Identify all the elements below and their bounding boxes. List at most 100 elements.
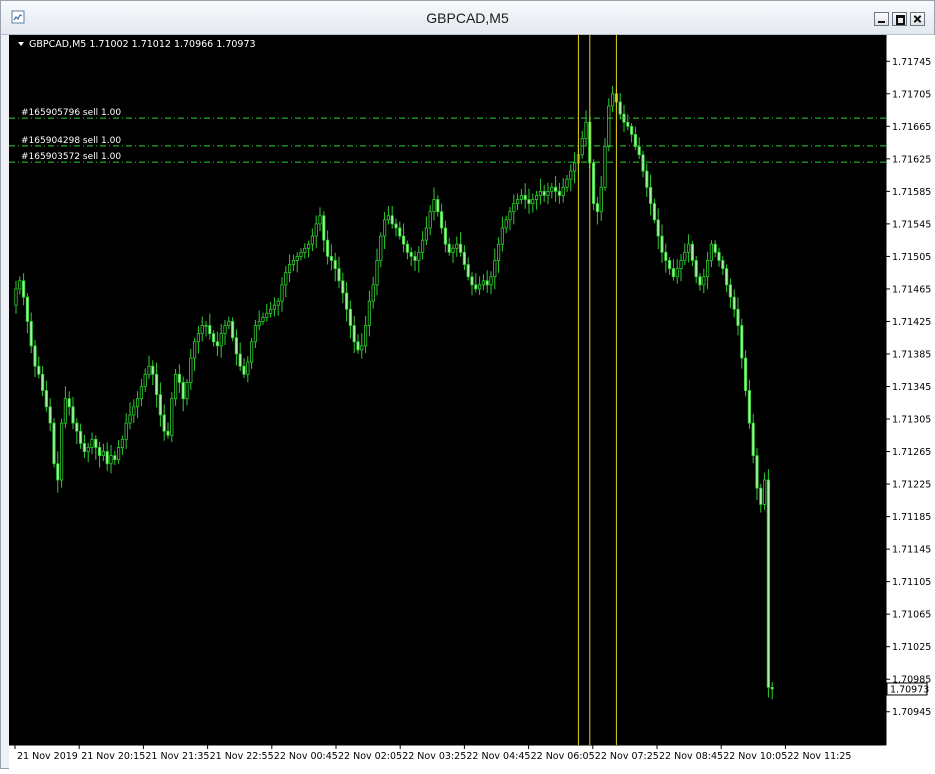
candle-body-up — [702, 276, 706, 286]
candle-body-up — [561, 186, 565, 196]
candle-body-down — [113, 455, 117, 461]
candle-body-down — [75, 422, 79, 432]
candle-body-up — [196, 333, 200, 343]
candle-body-up — [489, 276, 493, 286]
candle-body-up — [143, 373, 147, 387]
time-tick-label: 21 Nov 22:55 — [210, 751, 274, 762]
candle-body-down — [158, 394, 162, 416]
candle-body-down — [398, 227, 402, 237]
title-bar[interactable]: GBPCAD,M5 — [1, 1, 934, 35]
candle-body-up — [310, 235, 315, 245]
time-tick-label: 22 Nov 04:45 — [466, 751, 530, 762]
candle-body-up — [265, 312, 269, 318]
candle-body-up — [508, 211, 512, 221]
candle-body-down — [21, 280, 26, 298]
candle-body-down — [238, 353, 242, 367]
price-tick-label: 1.71425 — [892, 317, 931, 328]
candle-body-up — [124, 422, 128, 440]
candle-body-up — [504, 219, 508, 229]
candle-body-down — [523, 195, 527, 200]
candle-body-up — [706, 260, 710, 278]
candle-body-down — [98, 447, 102, 457]
candle-body-down — [322, 215, 326, 241]
candle-body-down — [29, 321, 33, 347]
price-tick-label: 1.71305 — [892, 415, 931, 426]
price-tick-label: 1.70945 — [892, 707, 931, 718]
time-tick-label: 22 Nov 03:25 — [402, 751, 466, 762]
candle-body-down — [394, 223, 398, 229]
last-price-label: 1.70973 — [890, 684, 929, 695]
candle-body-up — [538, 190, 543, 196]
candle-body-down — [660, 235, 664, 253]
candle-body-up — [363, 325, 368, 347]
candle-body-down — [656, 219, 660, 237]
candle-body-down — [759, 487, 763, 505]
candle-body-down — [352, 325, 356, 343]
minimize-button[interactable] — [874, 12, 889, 26]
candle-body-down — [744, 357, 748, 391]
price-tick-label: 1.71585 — [892, 187, 931, 198]
candle-body-down — [595, 203, 600, 213]
order-label: #165904298 sell 1.00 — [21, 136, 121, 146]
candle-body-down — [356, 341, 360, 351]
price-tick-label: 1.71105 — [892, 577, 931, 588]
candle-body-down — [557, 190, 562, 196]
maximize-button[interactable] — [892, 12, 907, 26]
candle-body-down — [485, 280, 489, 286]
candle-body-down — [721, 260, 725, 270]
candle-body-up — [192, 341, 197, 359]
candle-body-down — [626, 121, 630, 127]
candle-body-up — [287, 264, 292, 274]
candle-body-up — [299, 251, 303, 257]
time-tick-label: 22 Nov 10:05 — [723, 751, 787, 762]
chart-area[interactable]: 1.71745 1.71705 1.71665 1.71625 1.71585 1.715… — [9, 35, 935, 770]
candle-body-up — [379, 235, 383, 261]
candle-body-up — [420, 239, 425, 253]
candle-body-up — [607, 105, 611, 148]
candle-body-up — [500, 227, 505, 245]
candle-body-down — [33, 345, 37, 367]
candle-body-up — [573, 162, 577, 172]
price-tick-label: 1.71145 — [892, 545, 931, 556]
candle-body-up — [424, 227, 429, 241]
candle-body-down — [466, 264, 470, 278]
price-tick-label: 1.71025 — [892, 642, 931, 653]
price-tick-label: 1.71745 — [892, 57, 931, 68]
candle-body-up — [360, 345, 364, 351]
price-tick-label: 1.71065 — [892, 610, 931, 621]
candle-body-down — [713, 243, 717, 253]
price-tick-label: 1.71265 — [892, 447, 931, 458]
candle-body-down — [348, 308, 353, 326]
candle-body-down — [447, 243, 451, 253]
candle-body-down — [717, 251, 721, 261]
price-tick-label: 1.71345 — [892, 382, 931, 393]
candle-body-up — [432, 199, 436, 213]
candle-body-up — [128, 414, 132, 424]
candle-body-down — [443, 227, 448, 245]
candle-body-up — [546, 190, 550, 196]
candle-body-up — [268, 308, 273, 314]
candle-body-down — [725, 268, 729, 286]
candle-body-down — [671, 268, 676, 278]
candle-body-down — [462, 251, 467, 265]
candle-body-down — [527, 199, 531, 204]
candle-body-down — [162, 414, 166, 432]
chart-window: GBPCAD,M5 1.71745 1.71705 1.71665 1.71625 1.… — [0, 0, 935, 770]
time-tick-label: 22 Nov 06:05 — [531, 751, 595, 762]
candle-body-down — [694, 260, 698, 278]
candle-body-up — [386, 215, 391, 221]
candle-body-up — [481, 280, 486, 286]
candle-body-up — [147, 365, 151, 375]
candle-body-up — [455, 243, 459, 249]
candle-body-up — [90, 438, 94, 448]
candle-body-up — [417, 251, 421, 261]
candle-body-up — [276, 300, 280, 306]
price-chart[interactable]: 1.71745 1.71705 1.71665 1.71625 1.71585 1.715… — [9, 35, 935, 770]
close-button[interactable] — [910, 12, 925, 26]
candle-body-up — [306, 243, 311, 249]
candle-body-up — [295, 256, 299, 261]
candle-body-down — [470, 276, 474, 286]
candle-body-down — [166, 430, 170, 436]
candle-body-down — [668, 260, 672, 270]
candle-body-up — [603, 146, 607, 188]
